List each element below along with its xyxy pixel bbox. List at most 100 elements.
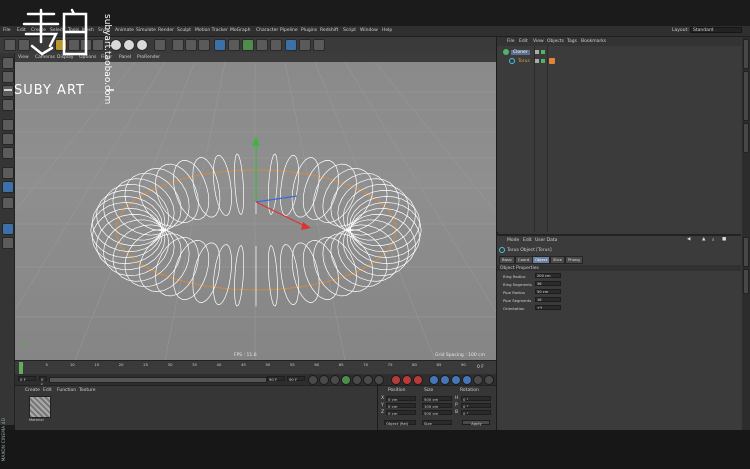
om-menu-view[interactable]: View <box>533 39 544 44</box>
solo-icon[interactable] <box>2 197 14 209</box>
menu-window[interactable]: Window <box>360 28 378 33</box>
enabled-check-icon[interactable] <box>541 59 545 63</box>
key-pla-icon[interactable] <box>473 375 483 385</box>
render-settings-icon[interactable] <box>198 39 210 51</box>
object-name-cloner[interactable]: Cloner <box>511 50 530 55</box>
mat-menu-texture[interactable]: Texture <box>79 388 95 393</box>
tab-attributes-vertical[interactable] <box>743 237 749 267</box>
lock-icon[interactable]: ■ <box>722 237 726 242</box>
mat-menu-function[interactable]: Function <box>57 388 76 393</box>
grid-icon[interactable] <box>2 237 14 249</box>
menu-plugins[interactable]: Plugins <box>301 28 317 33</box>
next-key-icon[interactable] <box>363 375 373 385</box>
light-icon[interactable] <box>313 39 325 51</box>
material-swatch[interactable] <box>29 396 51 418</box>
material-swatch-label[interactable]: Material <box>29 418 44 422</box>
axis-mode-icon[interactable] <box>2 167 14 179</box>
pos-y-field[interactable]: 0 cm <box>386 403 416 409</box>
size-z-field[interactable]: 500 cm <box>422 410 452 416</box>
y-axis-icon[interactable] <box>123 39 135 51</box>
ring-segments-field[interactable]: 36 <box>535 281 561 286</box>
snap-icon[interactable] <box>2 181 14 193</box>
up-arrow-icon[interactable]: ▲ <box>702 237 705 242</box>
deformer-icon[interactable] <box>270 39 282 51</box>
am-menu-edit[interactable]: Edit <box>523 238 532 243</box>
end-frame-field[interactable]: 90 F <box>287 376 305 382</box>
back-arrow-icon[interactable]: ◀ <box>687 237 690 242</box>
cube-icon[interactable] <box>214 39 226 51</box>
camera-icon[interactable] <box>299 39 311 51</box>
play-icon[interactable] <box>341 375 351 385</box>
key-rotation-icon[interactable] <box>451 375 461 385</box>
mat-menu-create[interactable]: Create <box>25 388 40 393</box>
pos-z-field[interactable]: 0 cm <box>386 410 416 416</box>
object-row-cloner[interactable]: Cloner <box>501 49 731 56</box>
goto-end-icon[interactable] <box>374 375 384 385</box>
ring-radius-field[interactable]: 200 cm <box>535 273 561 278</box>
range-start-field[interactable]: 0 F <box>39 376 47 387</box>
menu-character[interactable]: Character <box>256 28 278 33</box>
polygons-mode-icon[interactable] <box>2 147 14 159</box>
menu-pipeline[interactable]: Pipeline <box>280 28 298 33</box>
menu-sculpt[interactable]: Sculpt <box>177 28 191 33</box>
timeline-menu-icon[interactable] <box>484 375 494 385</box>
key-scale-icon[interactable] <box>440 375 450 385</box>
object-row-torus[interactable]: Torus <box>501 58 731 65</box>
points-mode-icon[interactable] <box>2 119 14 131</box>
goto-start-icon[interactable] <box>308 375 318 385</box>
edges-mode-icon[interactable] <box>2 133 14 145</box>
z-axis-icon[interactable] <box>136 39 148 51</box>
orientation-dropdown[interactable]: +Y <box>535 305 561 310</box>
rot-b-field[interactable]: 0 ° <box>461 410 491 416</box>
key-position-icon[interactable] <box>429 375 439 385</box>
range-end-field[interactable]: 90 F <box>267 376 285 382</box>
record-icon[interactable] <box>391 375 401 385</box>
enabled-check-icon[interactable] <box>541 50 545 54</box>
tab-coord[interactable]: Coord. <box>515 256 534 264</box>
object-name-torus[interactable]: Torus <box>518 59 530 64</box>
menu-render[interactable]: Render <box>158 28 174 33</box>
viewport-canvas[interactable]: ┃ FPS : 11.6 Grid Spacing : 100 cm <box>15 62 496 360</box>
playhead[interactable] <box>19 362 23 374</box>
pos-x-field[interactable]: 0 cm <box>386 396 416 402</box>
om-menu-tags[interactable]: Tags <box>567 39 577 44</box>
next-frame-icon[interactable] <box>352 375 362 385</box>
coord-mode-dropdown[interactable]: Object (Rel) <box>384 420 416 426</box>
autokey-icon[interactable] <box>402 375 412 385</box>
layout-dropdown[interactable]: Standard <box>690 27 742 33</box>
tab-slice[interactable]: Slice <box>550 256 565 264</box>
size-y-field[interactable]: 100 cm <box>422 403 452 409</box>
tab-content-browser-vertical[interactable] <box>743 71 749 121</box>
range-slider[interactable] <box>49 377 267 383</box>
size-x-field[interactable]: 500 cm <box>422 396 452 402</box>
apply-button[interactable]: Apply <box>462 420 490 426</box>
tab-objects-vertical[interactable] <box>743 39 749 69</box>
pipe-segments-field[interactable]: 18 <box>535 297 561 302</box>
menu-script[interactable]: Script <box>343 28 356 33</box>
rot-h-field[interactable]: 0 ° <box>461 396 491 402</box>
array-icon[interactable] <box>256 39 268 51</box>
om-menu-file[interactable]: File <box>507 39 515 44</box>
menu-redshift[interactable]: Redshift <box>320 28 338 33</box>
rot-p-field[interactable]: 0 ° <box>461 403 491 409</box>
start-frame-field[interactable]: 0 F <box>18 376 36 382</box>
menu-mograph[interactable]: MoGraph <box>230 28 250 33</box>
subdivision-icon[interactable] <box>242 39 254 51</box>
tab-basic[interactable]: Basic <box>499 256 516 264</box>
perspective-viewport[interactable]: ┃ FPS : 11.6 Grid Spacing : 100 cm <box>15 62 496 360</box>
search-icon[interactable]: ⌕ <box>712 237 715 243</box>
floor-icon[interactable] <box>285 39 297 51</box>
render-view-icon[interactable] <box>172 39 184 51</box>
mat-menu-edit[interactable]: Edit <box>43 388 52 393</box>
prev-key-icon[interactable] <box>319 375 329 385</box>
keyframe-selection-icon[interactable] <box>413 375 423 385</box>
om-menu-edit[interactable]: Edit <box>519 39 528 44</box>
lock-workplane-icon[interactable] <box>2 223 14 235</box>
pipe-radius-field[interactable]: 50 cm <box>535 289 561 294</box>
menu-help[interactable]: Help <box>382 28 392 33</box>
menu-motion-tracker[interactable]: Motion Tracker <box>195 28 228 33</box>
menu-animate[interactable]: Animate <box>115 28 134 33</box>
om-menu-objects[interactable]: Objects <box>547 39 564 44</box>
render-picture-viewer-icon[interactable] <box>185 39 197 51</box>
phong-tag-icon[interactable] <box>549 58 555 64</box>
